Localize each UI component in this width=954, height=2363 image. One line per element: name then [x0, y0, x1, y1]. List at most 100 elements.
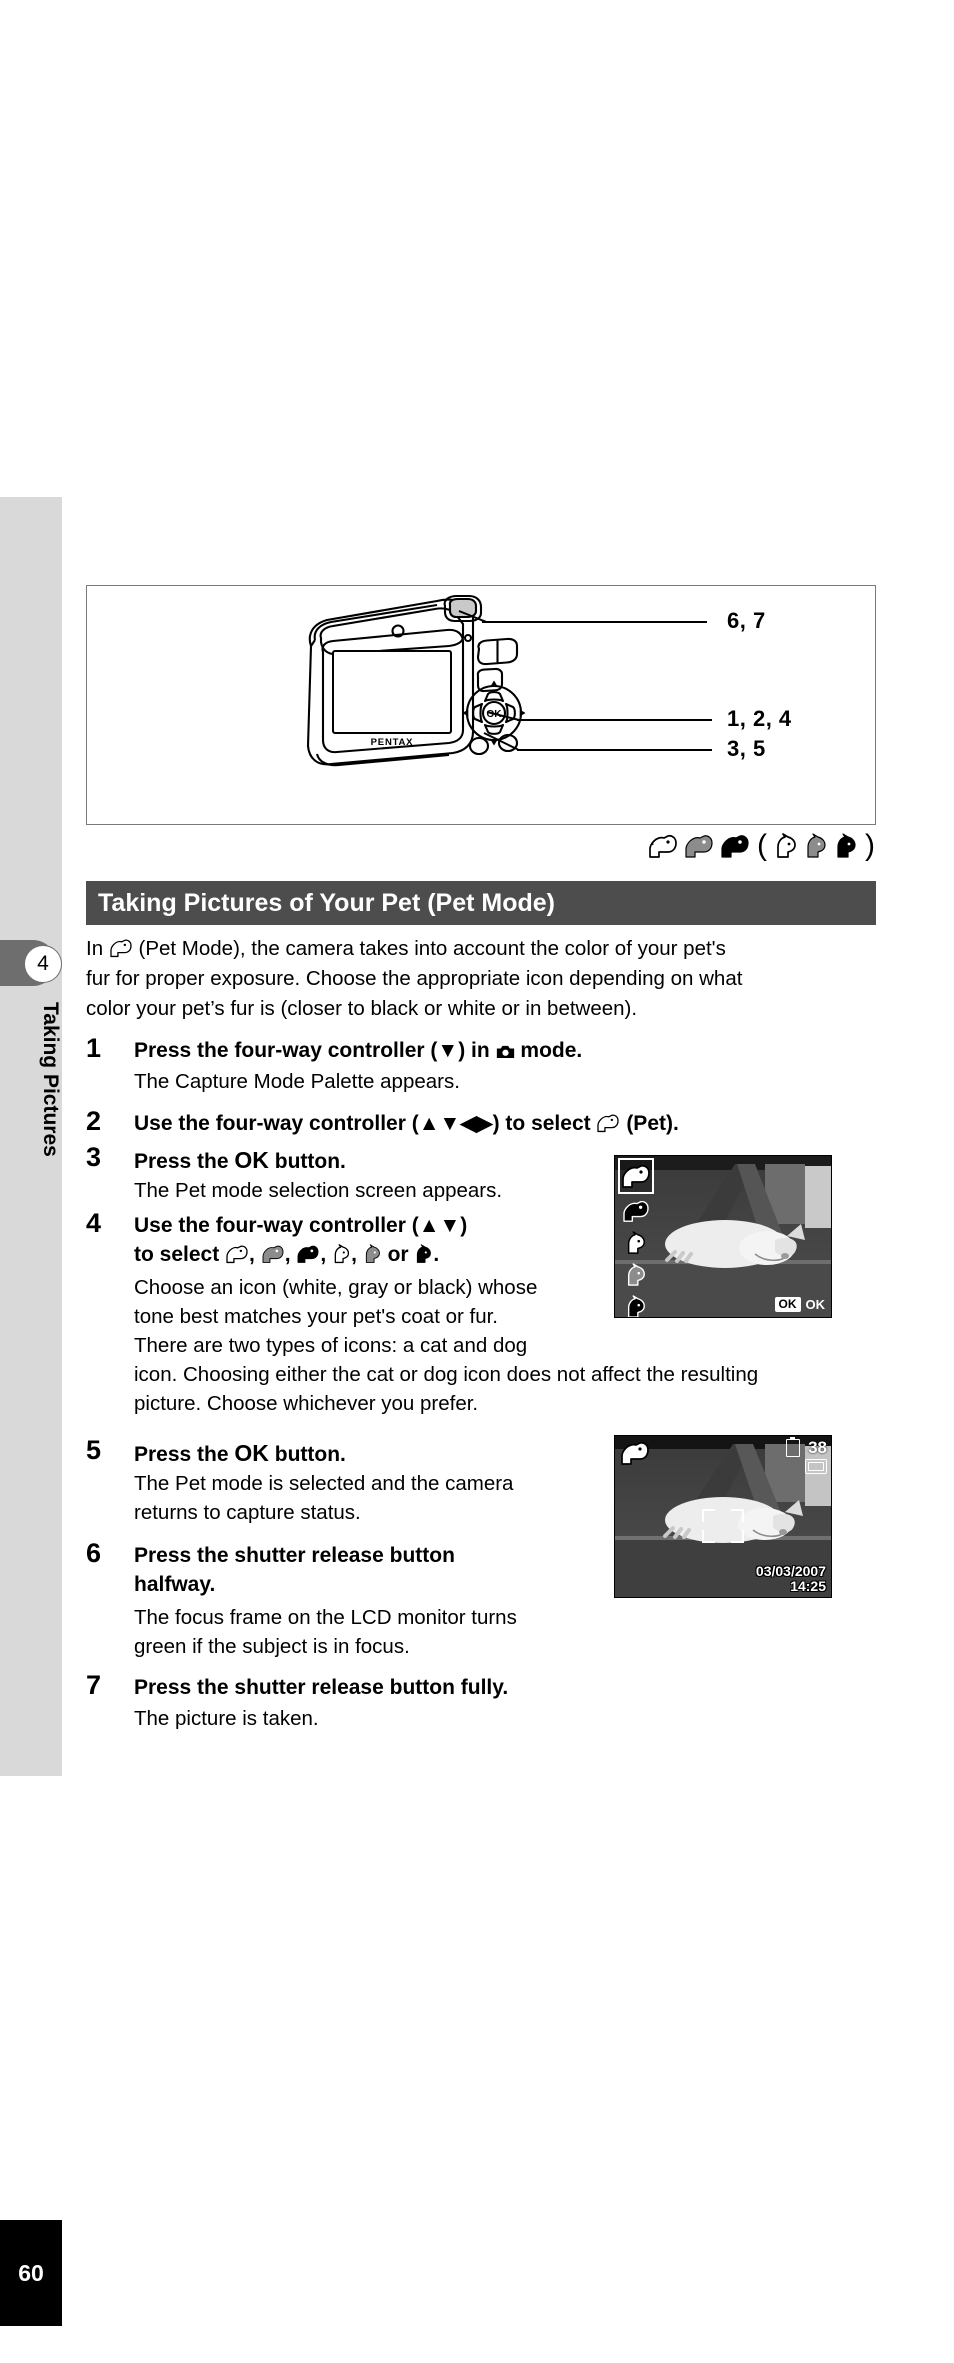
- step-4-title-b: ): [460, 1214, 468, 1237]
- step-4-title-or: or: [387, 1243, 409, 1266]
- step-5-number: 5: [86, 1435, 102, 1465]
- step-2-title-c: (Pet).: [626, 1112, 679, 1135]
- step-5-body: The Pet mode is selected and the camera …: [134, 1469, 513, 1527]
- step-4-title-line-1: Use the four-way controller (▲▼): [134, 1212, 467, 1240]
- step-1-number: 1: [86, 1033, 102, 1063]
- step-1-body: The Capture Mode Palette appears.: [134, 1067, 460, 1096]
- step-6: 6 Press the shutter release button halfw…: [86, 1540, 606, 1665]
- step-5-body-line-2: returns to capture status.: [134, 1501, 361, 1524]
- dog-black-icon: [623, 1200, 649, 1222]
- callout-four-way-controller: 1, 2, 4: [727, 706, 792, 731]
- down-arrow-icon: ▼: [437, 1039, 459, 1062]
- step-2-title-a: Use the four-way controller (: [134, 1112, 419, 1135]
- chapter-tab: 4: [0, 940, 62, 986]
- step-2: 2 Use the four-way controller (▲▼◀▶) to …: [86, 1108, 876, 1144]
- cat-white-icon: [777, 833, 796, 858]
- pet-mode-icon-strip: ( ): [596, 828, 876, 864]
- dog-white-icon: [621, 1441, 649, 1465]
- cat-white-icon: [627, 1231, 645, 1254]
- open-paren: (: [757, 829, 767, 862]
- pet-icon-selector[interactable]: [617, 1158, 655, 1317]
- dog-black-icon: [297, 1245, 319, 1263]
- battery-icon: [786, 1436, 800, 1457]
- pet-icon-option-cat-black[interactable]: [618, 1292, 654, 1317]
- capture-mode-icon: [620, 1440, 650, 1471]
- step-6-title-line-2: halfway.: [134, 1573, 216, 1596]
- intro-line-1: In (Pet Mode), the camera takes into acc…: [86, 934, 876, 964]
- leader-line-fourway: [517, 719, 712, 721]
- selected-pet-icon-dog-white[interactable]: [618, 1158, 654, 1194]
- step-1-title-c: mode.: [520, 1039, 583, 1062]
- up-down-arrows-icon: ▲▼: [418, 1214, 461, 1237]
- dog-white-icon: [597, 1114, 620, 1133]
- step-7-body: The picture is taken.: [134, 1704, 319, 1733]
- step-3-body: The Pet mode selection screen appears.: [134, 1176, 502, 1205]
- pet-mode-selection-screenshot: OK OK: [614, 1155, 832, 1318]
- pet-icon-option-cat-gray[interactable]: [618, 1260, 654, 1290]
- section-heading-text: Taking Pictures of Your Pet (Pet Mode): [98, 888, 556, 917]
- step-6-number: 6: [86, 1538, 102, 1568]
- page-content: OK PENTAX 6, 7 1, 2, 4 3, 5: [86, 0, 876, 2363]
- step-3-title: Press the OK button.: [134, 1146, 346, 1176]
- intro-line-3: color your pet’s fur is (closer to black…: [86, 997, 638, 1020]
- ok-button-glyph: OK: [234, 1147, 269, 1173]
- chapter-sidebar: 4 Taking Pictures 60: [0, 497, 62, 2326]
- step-3-title-b: button.: [274, 1150, 346, 1173]
- dog-white-icon: [226, 1245, 248, 1264]
- pet-icon-option-cat-white[interactable]: [618, 1228, 654, 1258]
- intro-line-1-pre: In: [86, 937, 104, 960]
- focus-frame-corner-tl: [702, 1509, 715, 1523]
- step-5-title: Press the OK button.: [134, 1439, 346, 1469]
- leader-line-ok: [517, 749, 712, 751]
- step-3: 3 Press the OK button. The Pet mode sele…: [86, 1144, 606, 1208]
- callout-ok-button: 3, 5: [727, 736, 766, 761]
- four-way-arrows-icon: ▲▼◀▶: [418, 1112, 493, 1135]
- step-4-title-line-2: to select , , , , or .: [134, 1243, 440, 1266]
- capture-time: 14:25: [790, 1578, 826, 1594]
- shots-remaining: 38: [808, 1438, 827, 1457]
- step-2-number: 2: [86, 1106, 102, 1136]
- step-4-body-line-4: icon. Choosing either the cat or dog ico…: [134, 1363, 759, 1386]
- dog-gray-icon: [262, 1245, 284, 1263]
- step-4-body-line-5: picture. Choose whichever you prefer.: [134, 1392, 479, 1415]
- section-heading: Taking Pictures of Your Pet (Pet Mode): [86, 881, 876, 925]
- step-2-title: Use the four-way controller (▲▼◀▶) to se…: [134, 1110, 679, 1138]
- step-4-number: 4: [86, 1208, 102, 1238]
- capture-datetime-overlay: 03/03/2007 14:25: [756, 1564, 826, 1594]
- callout-shutter-release: 6, 7: [727, 608, 766, 633]
- step-5-body-line-1: The Pet mode is selected and the camera: [134, 1472, 514, 1495]
- step-7-number: 7: [86, 1670, 102, 1700]
- dog-black-icon: [721, 835, 749, 858]
- chapter-title-vertical: Taking Pictures: [39, 1002, 62, 1157]
- cat-black-icon: [627, 1295, 645, 1317]
- capture-status-indicators: 38: [786, 1436, 827, 1474]
- step-3-number: 3: [86, 1142, 102, 1172]
- step-2-title-b: ) to select: [492, 1112, 591, 1135]
- step-5-title-a: Press the: [134, 1443, 229, 1466]
- chapter-number-badge: 4: [24, 945, 62, 983]
- step-1-body-line-1: The Capture Mode Palette appears.: [134, 1070, 460, 1093]
- step-7: 7 Press the shutter release button fully…: [86, 1672, 606, 1736]
- step-6-body: The focus frame on the LCD monitor turns…: [134, 1603, 517, 1661]
- pet-icon-option-dog-black[interactable]: [618, 1196, 654, 1226]
- dog-white-icon: [110, 939, 132, 958]
- close-paren: ): [865, 829, 875, 862]
- step-4-title-a: Use the four-way controller (: [134, 1214, 419, 1237]
- intro-line-2: fur for proper exposure. Choose the appr…: [86, 967, 743, 990]
- ok-button-icon: OK: [774, 1297, 801, 1312]
- step-3-body-line-1: The Pet mode selection screen appears.: [134, 1179, 503, 1202]
- step-4-title-end: .: [433, 1243, 440, 1266]
- step-1: 1 Press the four-way controller (▼) in m…: [86, 1035, 876, 1099]
- ok-confirm-badge[interactable]: OK OK: [774, 1296, 826, 1312]
- dog-white-icon: [622, 1164, 650, 1188]
- ok-button-glyph: OK: [234, 1440, 269, 1466]
- step-6-body-line-1: The focus frame on the LCD monitor turns: [134, 1606, 517, 1629]
- ok-label: OK: [805, 1296, 826, 1312]
- step-1-title-a: Press the four-way controller (: [134, 1039, 438, 1062]
- cat-gray-icon: [807, 833, 826, 858]
- step-3-title-a: Press the: [134, 1150, 229, 1173]
- camera-diagram-figure: OK PENTAX 6, 7 1, 2, 4 3, 5: [86, 585, 876, 825]
- capture-status-screenshot: 38 03/03/2007 14:25: [614, 1435, 832, 1598]
- cat-gray-icon: [627, 1263, 645, 1286]
- step-6-title-line-1: Press the shutter release button: [134, 1544, 455, 1567]
